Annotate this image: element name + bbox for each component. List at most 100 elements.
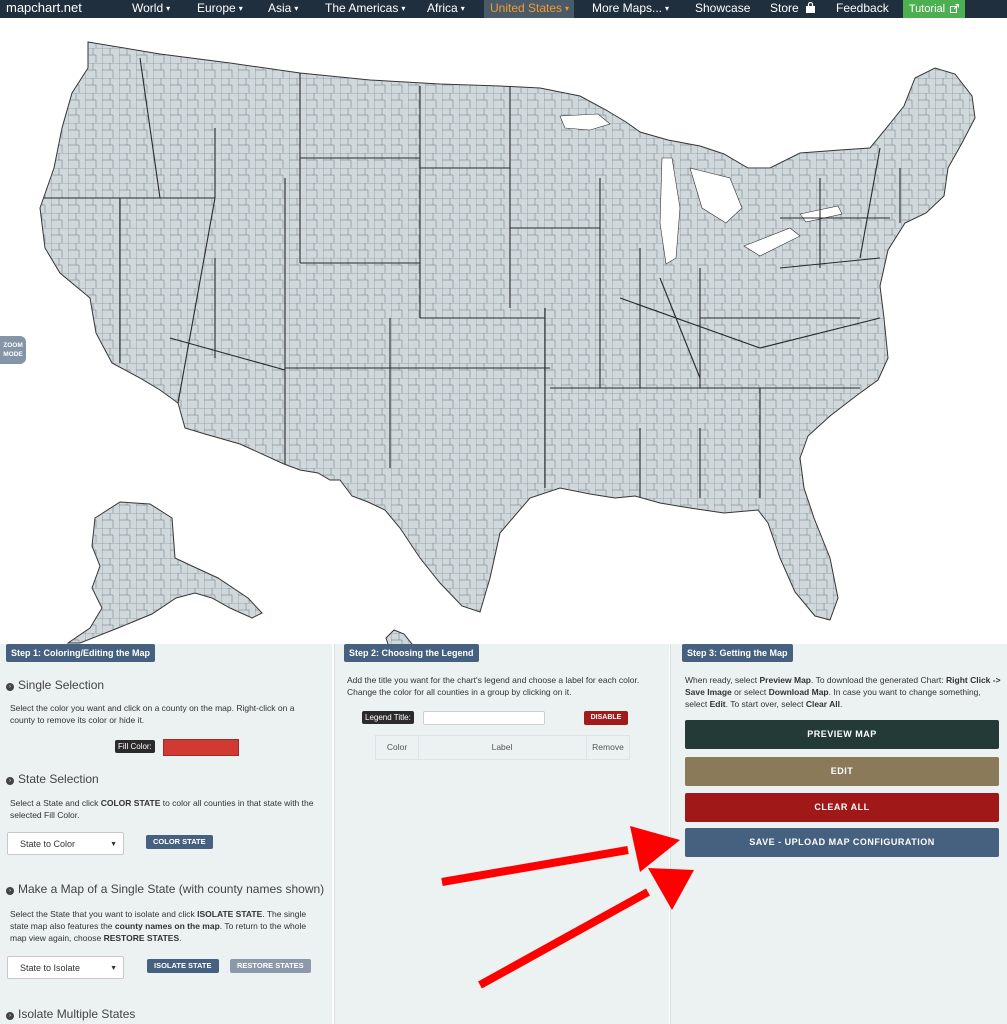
desc-part: COLOR STATE — [100, 798, 161, 808]
multi-state-heading: › Isolate Multiple States — [6, 1007, 135, 1021]
legend-col-label: Label — [418, 736, 587, 759]
disable-legend-button[interactable]: DISABLE — [584, 711, 628, 725]
legend-table: Color Label Remove — [375, 735, 630, 760]
desc-part: Preview Map — [759, 675, 812, 685]
zoom-label-1: ZOOM — [3, 342, 23, 349]
state-to-color-select[interactable]: State to Color ▼ — [7, 832, 124, 855]
nav-united-states[interactable]: United States ▾ — [484, 0, 574, 18]
desc-part: ISOLATE STATE — [197, 909, 263, 919]
external-link-icon — [950, 4, 960, 13]
nav-more-maps[interactable]: More Maps... ▾ — [592, 0, 669, 18]
state-to-isolate-select[interactable]: State to Isolate ▼ — [7, 956, 124, 979]
step1-panel: Step 1: Coloring/Editing the Map › Single… — [0, 644, 332, 1024]
desc-part: Edit — [709, 699, 726, 709]
nav-more-maps-label: More Maps... — [592, 1, 663, 15]
step3-title: Step 3: Getting the Map — [682, 644, 793, 662]
map-landmass[interactable] — [0, 18, 1007, 659]
nav-europe[interactable]: Europe ▾ — [197, 0, 243, 18]
nav-store[interactable]: Store — [770, 0, 816, 18]
desc-part: Select the State that you want to isolat… — [10, 909, 198, 919]
nav-americas-label: The Americas — [325, 1, 399, 15]
state-selection-label: State Selection — [18, 772, 99, 786]
us-county-map[interactable]: ZOOM MODE — [0, 18, 1007, 659]
select-value: State to Color — [20, 839, 76, 849]
single-state-heading: › Make a Map of a Single State (with coun… — [6, 882, 324, 896]
step1-title: Step 1: Coloring/Editing the Map — [6, 644, 155, 662]
state-selection-desc: Select a State and click COLOR STATE to … — [10, 797, 320, 821]
desc-part: . — [839, 699, 843, 709]
nav-store-label: Store — [770, 1, 799, 15]
nav-world[interactable]: World ▾ — [132, 0, 170, 18]
single-selection-heading: › Single Selection — [6, 678, 104, 692]
desc-part: . To start over, select — [725, 699, 806, 709]
save-upload-config-button[interactable]: SAVE - UPLOAD MAP CONFIGURATION — [685, 828, 999, 857]
map-svg[interactable] — [0, 18, 1007, 659]
preview-map-button[interactable]: PREVIEW MAP — [685, 720, 999, 749]
nav-europe-label: Europe — [197, 1, 236, 15]
nav-africa[interactable]: Africa ▾ — [427, 0, 465, 18]
caret-down-icon: ▾ — [565, 4, 570, 13]
nav-showcase[interactable]: Showcase — [695, 0, 750, 18]
chevron-circle-icon: › — [6, 1012, 14, 1020]
nav-asia-label: Asia — [268, 1, 292, 15]
desc-part: RESTORE STATES — [103, 933, 180, 943]
state-selection-heading: › State Selection — [6, 772, 99, 786]
multi-state-label: Isolate Multiple States — [18, 1007, 136, 1021]
single-state-label: Make a Map of a Single State (with count… — [18, 882, 325, 896]
single-selection-desc: Select the color you want and click on a… — [10, 703, 295, 725]
nav-americas[interactable]: The Americas ▾ — [325, 0, 405, 18]
legend-col-color: Color — [376, 736, 419, 759]
desc-part: When ready, select — [685, 675, 760, 685]
caret-down-icon: ▾ — [166, 4, 171, 13]
desc-part: or select — [731, 687, 769, 697]
desc-part: Clear All — [805, 699, 840, 709]
nav-africa-label: Africa — [427, 1, 458, 15]
step2-desc: Add the title you want for the chart's l… — [347, 675, 640, 697]
nav-world-label: World — [132, 1, 164, 15]
desc-part: . To download the generated Chart: — [811, 675, 946, 685]
nav-feedback-label: Feedback — [836, 1, 889, 15]
select-arrow-icon: ▼ — [110, 841, 117, 848]
zoom-mode-button[interactable]: ZOOM MODE — [0, 336, 26, 364]
step3-panel: Step 3: Getting the Map When ready, sele… — [670, 644, 1007, 1024]
tutorial-button[interactable]: Tutorial — [903, 0, 965, 18]
top-navbar: mapchart.net World ▾ Europe ▾ Asia ▾ The Am… — [0, 0, 1007, 18]
edit-button[interactable]: EDIT — [685, 757, 999, 786]
step2-title: Step 2: Choosing the Legend — [344, 644, 479, 662]
caret-down-icon: ▾ — [665, 4, 670, 13]
nav-feedback[interactable]: Feedback — [836, 0, 889, 18]
caret-down-icon: ▾ — [460, 4, 465, 13]
desc-part: . — [179, 933, 182, 943]
single-selection-label: Single Selection — [18, 678, 105, 692]
color-state-button[interactable]: COLOR STATE — [146, 835, 213, 849]
caret-down-icon: ▾ — [401, 4, 406, 13]
select-arrow-icon: ▼ — [110, 965, 117, 972]
single-state-desc: Select the State that you want to isolat… — [10, 908, 322, 944]
chevron-circle-icon: › — [6, 887, 14, 895]
clear-all-button[interactable]: CLEAR ALL — [685, 793, 999, 822]
site-logo[interactable]: mapchart.net — [6, 0, 82, 17]
fill-color-picker[interactable] — [163, 739, 239, 756]
desc-part: Select a State and click — [10, 798, 101, 808]
step2-panel: Step 2: Choosing the Legend Add the titl… — [334, 644, 669, 1024]
isolate-state-button[interactable]: ISOLATE STATE — [147, 959, 219, 973]
chevron-circle-icon: › — [6, 683, 14, 691]
zoom-label-2: MODE — [3, 351, 23, 358]
nav-showcase-label: Showcase — [695, 1, 751, 15]
restore-states-button[interactable]: RESTORE STATES — [230, 959, 311, 973]
chevron-circle-icon: › — [6, 777, 14, 785]
desc-part: Download Map — [768, 687, 829, 697]
tutorial-label: Tutorial — [908, 3, 946, 15]
nav-united-states-label: United States — [490, 1, 563, 15]
fill-color-label: Fill Color: — [115, 740, 155, 753]
caret-down-icon: ▾ — [294, 4, 299, 13]
select-value: State to Isolate — [20, 963, 81, 973]
legend-title-input[interactable] — [423, 711, 545, 725]
desc-part: county names on the map — [114, 921, 220, 931]
legend-title-label: Legend Title: — [362, 711, 414, 724]
legend-col-remove: Remove — [592, 742, 624, 752]
caret-down-icon: ▾ — [238, 4, 243, 13]
shopping-bag-icon — [806, 1, 816, 13]
nav-asia[interactable]: Asia ▾ — [268, 0, 298, 18]
step3-desc: When ready, select Preview Map. To downl… — [685, 674, 1001, 710]
